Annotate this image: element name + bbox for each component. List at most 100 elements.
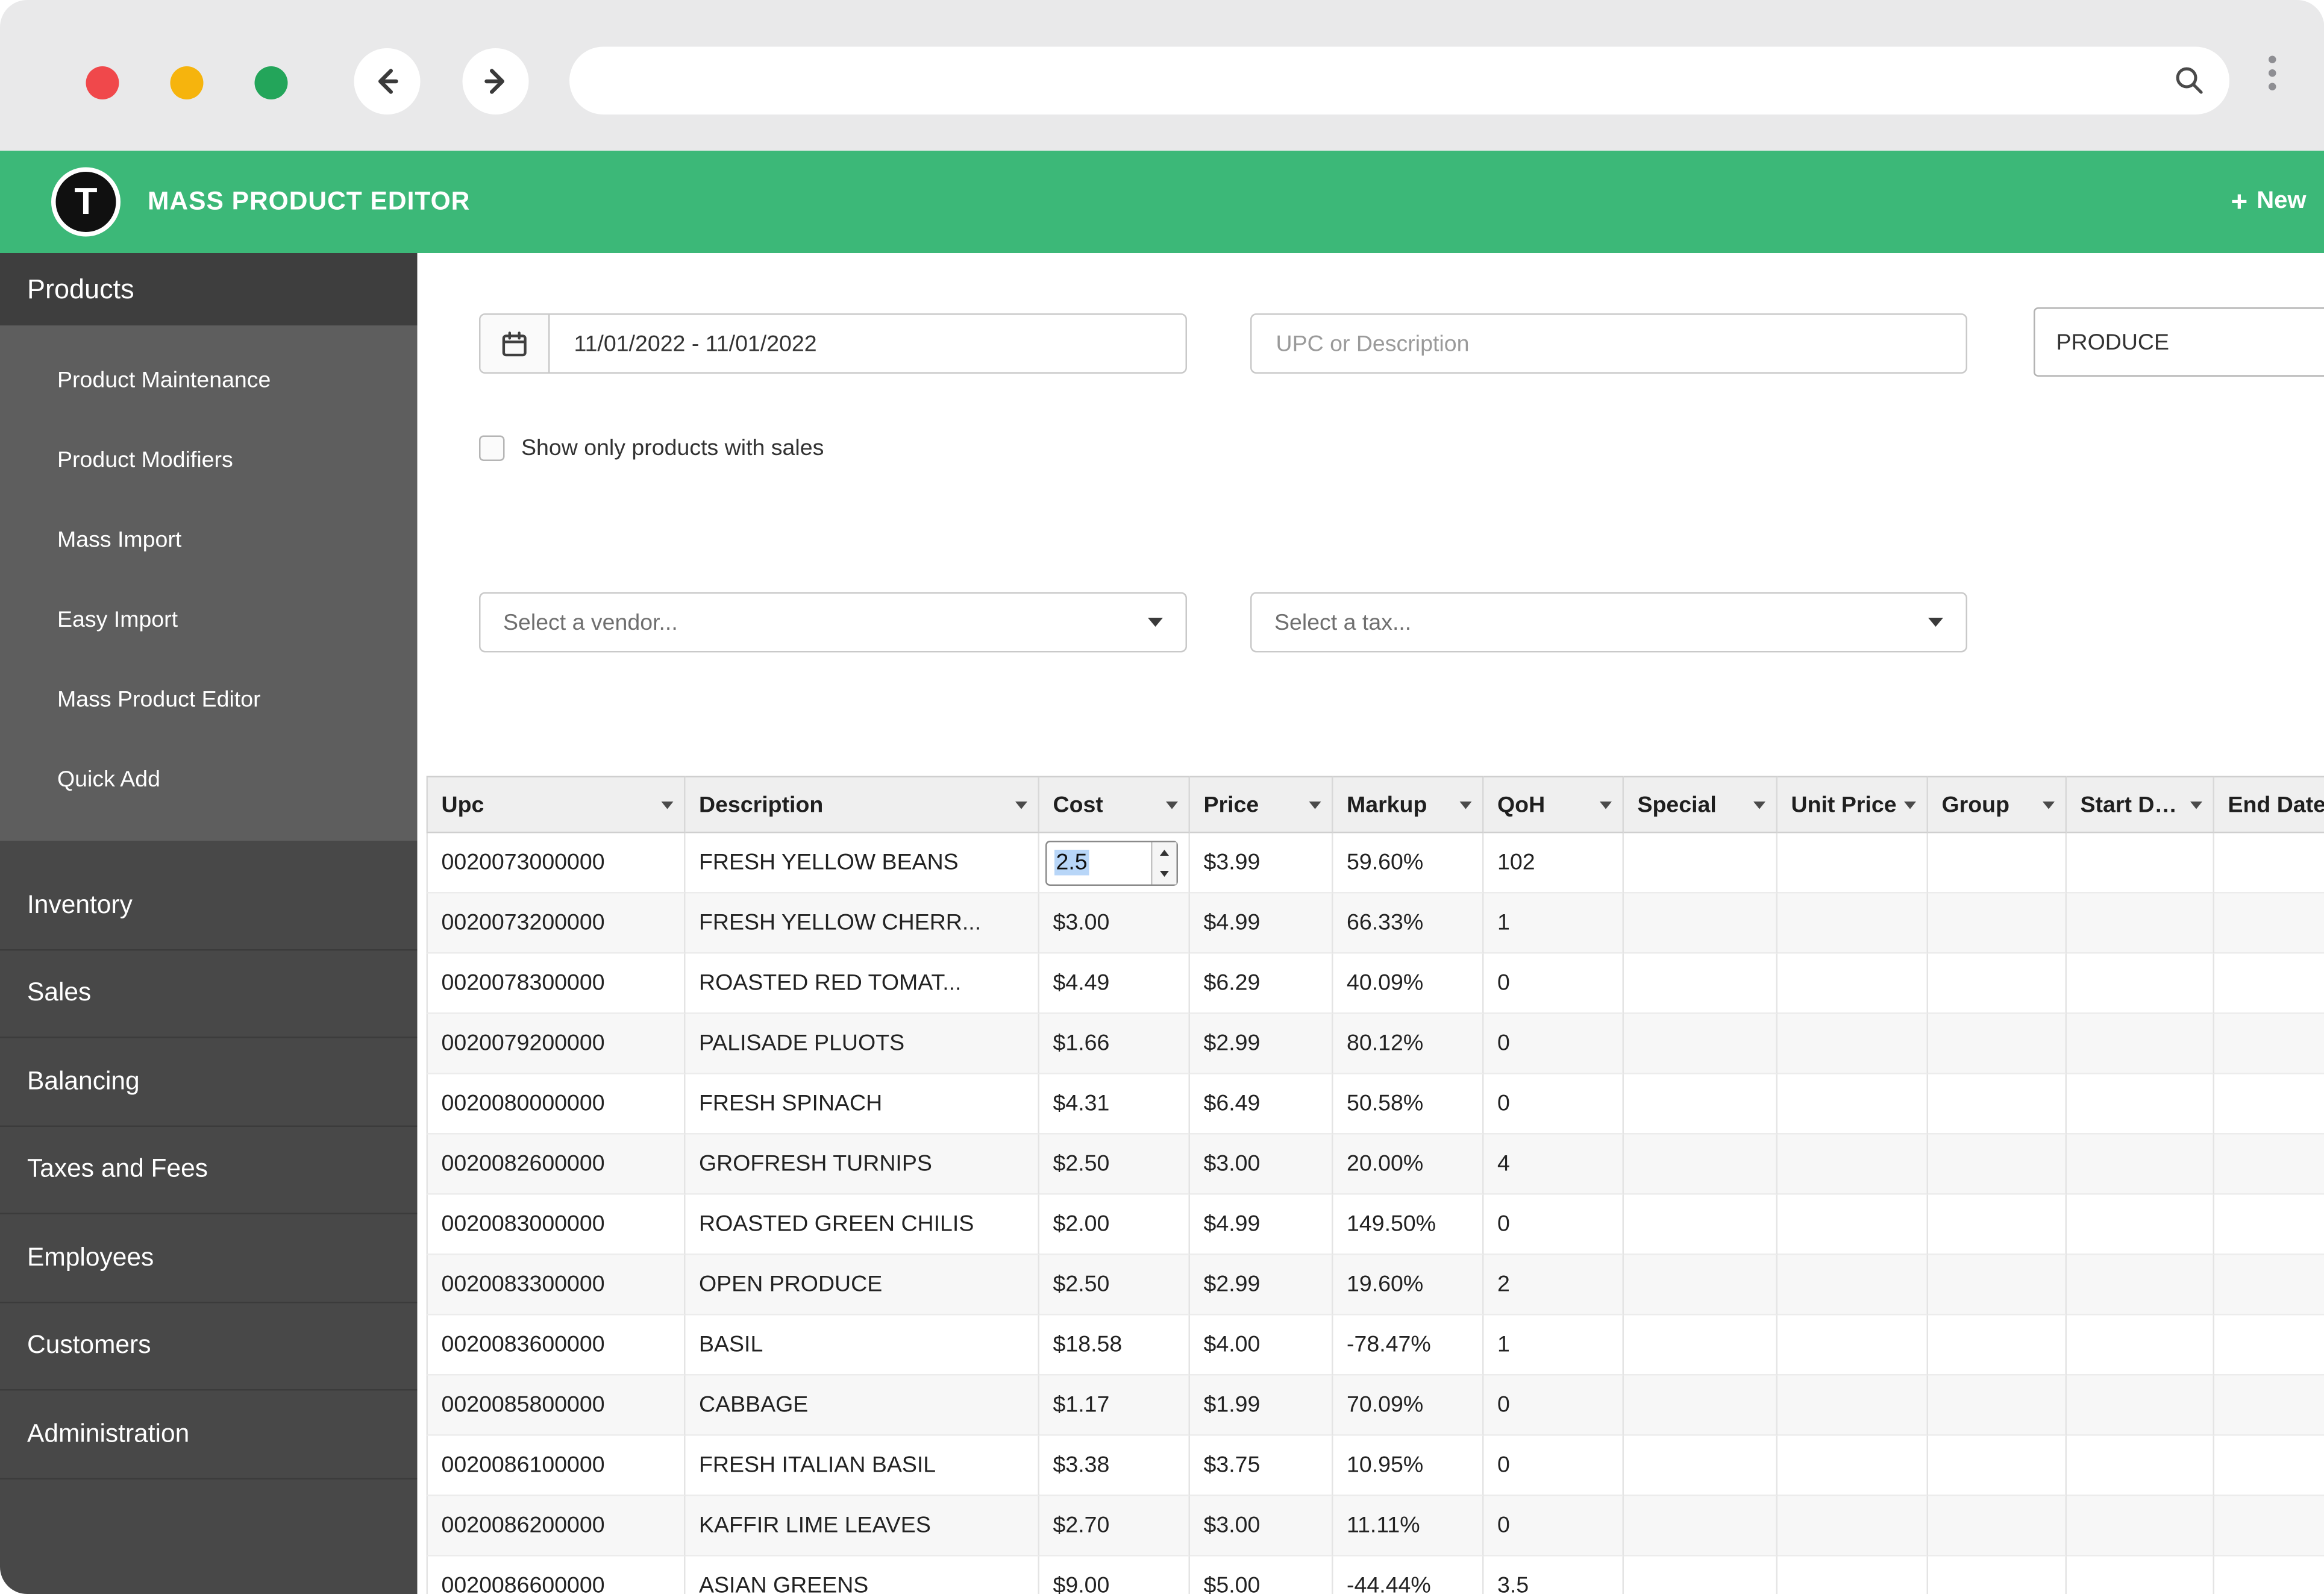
cell-price[interactable]: $3.99 xyxy=(1190,833,1333,894)
cell-cost[interactable]: $18.58 xyxy=(1039,1315,1190,1376)
sort-chevron-icon[interactable] xyxy=(1309,800,1321,809)
cell-upc[interactable]: 0020086600000 xyxy=(426,1556,686,1594)
cell-qoh[interactable]: 0 xyxy=(1483,1496,1624,1557)
cell-qoh[interactable]: 0 xyxy=(1483,1074,1624,1135)
cell-description[interactable]: FRESH SPINACH xyxy=(685,1074,1039,1135)
cell-cost[interactable]: $2.50 xyxy=(1039,1134,1190,1195)
cell-markup[interactable]: 40.09% xyxy=(1333,953,1484,1014)
cell-cost[interactable]: $3.00 xyxy=(1039,893,1190,954)
cell-start[interactable] xyxy=(2067,833,2214,894)
cell-price[interactable]: $4.99 xyxy=(1190,893,1333,954)
sidebar-item-taxes-and-fees[interactable]: Taxes and Fees xyxy=(0,1126,418,1214)
cost-edit-input[interactable]: 2.5 xyxy=(1045,839,1178,885)
cell-special[interactable] xyxy=(1624,1074,1777,1135)
cell-cost[interactable]: $1.66 xyxy=(1039,1014,1190,1075)
cell-start[interactable] xyxy=(2067,1315,2214,1376)
cell-markup[interactable]: 70.09% xyxy=(1333,1375,1484,1436)
minimize-button[interactable] xyxy=(170,66,204,99)
sidebar-item-employees[interactable]: Employees xyxy=(0,1214,418,1303)
sidebar-item-balancing[interactable]: Balancing xyxy=(0,1038,418,1126)
cell-start[interactable] xyxy=(2067,1496,2214,1557)
cell-price[interactable]: $6.29 xyxy=(1190,953,1333,1014)
cell-end[interactable] xyxy=(2214,1496,2324,1557)
cell-special[interactable] xyxy=(1624,893,1777,954)
cell-description[interactable]: BASIL xyxy=(685,1315,1039,1376)
column-header-end-date[interactable]: End Date xyxy=(2214,776,2324,833)
cell-end[interactable] xyxy=(2214,954,2324,1014)
cell-price[interactable]: $2.99 xyxy=(1190,1014,1333,1075)
cell-qoh[interactable]: 0 xyxy=(1483,953,1624,1014)
cell-end[interactable] xyxy=(2214,1075,2324,1135)
close-button[interactable] xyxy=(86,66,119,99)
cell-unit_price[interactable] xyxy=(1777,1315,1928,1376)
upc-search-input[interactable] xyxy=(1250,313,1967,374)
calendar-icon[interactable] xyxy=(480,315,550,372)
cell-special[interactable] xyxy=(1624,1255,1777,1316)
cell-upc[interactable]: 0020085800000 xyxy=(426,1375,686,1436)
number-spinner[interactable] xyxy=(1151,841,1177,884)
cell-cost[interactable]: $4.49 xyxy=(1039,953,1190,1014)
sidebar-item-product-maintenance[interactable]: Product Maintenance xyxy=(0,340,418,421)
cell-markup[interactable]: 59.60% xyxy=(1333,833,1484,894)
cell-unit_price[interactable] xyxy=(1777,1255,1928,1316)
cell-special[interactable] xyxy=(1624,953,1777,1014)
cell-group[interactable] xyxy=(1928,953,2067,1014)
cell-start[interactable] xyxy=(2067,1194,2214,1255)
date-range-value[interactable]: 11/01/2022 - 11/01/2022 xyxy=(550,315,1186,372)
cell-group[interactable] xyxy=(1928,1074,2067,1135)
cell-end[interactable] xyxy=(2214,1014,2324,1075)
cell-special[interactable] xyxy=(1624,1436,1777,1496)
category-input[interactable] xyxy=(2034,307,2324,377)
cell-upc[interactable]: 0020073200000 xyxy=(426,893,686,954)
cell-price[interactable]: $6.49 xyxy=(1190,1074,1333,1135)
cell-markup[interactable]: -44.44% xyxy=(1333,1556,1484,1594)
column-header-price[interactable]: Price xyxy=(1190,776,1333,833)
cell-cost[interactable]: $4.31 xyxy=(1039,1074,1190,1135)
column-header-special[interactable]: Special xyxy=(1624,776,1777,833)
cell-start[interactable] xyxy=(2067,1436,2214,1496)
cell-description[interactable]: ROASTED RED TOMAT... xyxy=(685,953,1039,1014)
cell-qoh[interactable]: 0 xyxy=(1483,1014,1624,1075)
cell-description[interactable]: ASIAN GREENS xyxy=(686,1556,1039,1594)
sidebar-item-quick-add[interactable]: Quick Add xyxy=(0,740,418,820)
cell-markup[interactable]: 80.12% xyxy=(1333,1014,1484,1075)
cell-unit_price[interactable] xyxy=(1777,833,1928,894)
cell-upc[interactable]: 0020073000000 xyxy=(426,833,686,894)
cell-upc[interactable]: 0020083600000 xyxy=(426,1315,686,1376)
cell-markup[interactable]: 66.33% xyxy=(1333,893,1484,954)
cell-group[interactable] xyxy=(1928,1496,2067,1557)
cell-special[interactable] xyxy=(1624,1134,1777,1195)
cell-description[interactable]: KAFFIR LIME LEAVES xyxy=(685,1496,1039,1557)
date-range-picker[interactable]: 11/01/2022 - 11/01/2022 xyxy=(479,313,1187,374)
cell-end[interactable] xyxy=(2214,1135,2324,1195)
sort-chevron-icon[interactable] xyxy=(2043,800,2055,809)
cell-cost[interactable]: $2.00 xyxy=(1039,1194,1190,1255)
cell-upc[interactable]: 0020083300000 xyxy=(426,1255,686,1316)
cell-cost[interactable]: $3.38 xyxy=(1039,1436,1190,1496)
cell-group[interactable] xyxy=(1928,1556,2067,1594)
sidebar-item-inventory[interactable]: Inventory xyxy=(0,862,418,950)
cell-qoh[interactable]: 2 xyxy=(1483,1255,1624,1316)
cell-start[interactable] xyxy=(2067,953,2214,1014)
cell-start[interactable] xyxy=(2067,1074,2214,1135)
cell-description[interactable]: OPEN PRODUCE xyxy=(685,1255,1039,1316)
cell-markup[interactable]: 19.60% xyxy=(1333,1255,1484,1316)
cell-end[interactable] xyxy=(2214,1557,2324,1594)
cell-group[interactable] xyxy=(1928,1194,2067,1255)
cell-description[interactable]: CABBAGE xyxy=(685,1375,1039,1436)
search-icon[interactable] xyxy=(2172,63,2205,104)
browser-menu-icon[interactable] xyxy=(2269,55,2276,90)
sort-chevron-icon[interactable] xyxy=(1015,800,1027,809)
cell-group[interactable] xyxy=(1928,1134,2067,1195)
cell-start[interactable] xyxy=(2067,893,2214,954)
cell-end[interactable] xyxy=(2214,1376,2324,1436)
sort-chevron-icon[interactable] xyxy=(2190,800,2202,809)
cell-markup[interactable]: 20.00% xyxy=(1333,1134,1484,1195)
cell-unit_price[interactable] xyxy=(1777,1436,1928,1496)
cell-qoh[interactable]: 3.5 xyxy=(1484,1556,1624,1594)
sidebar-item-customers[interactable]: Customers xyxy=(0,1302,418,1391)
cell-unit_price[interactable] xyxy=(1777,1134,1928,1195)
sidebar-item-product-modifiers[interactable]: Product Modifiers xyxy=(0,421,418,501)
cell-unit_price[interactable] xyxy=(1777,1194,1928,1255)
cell-description[interactable]: GROFRESH TURNIPS xyxy=(685,1134,1039,1195)
